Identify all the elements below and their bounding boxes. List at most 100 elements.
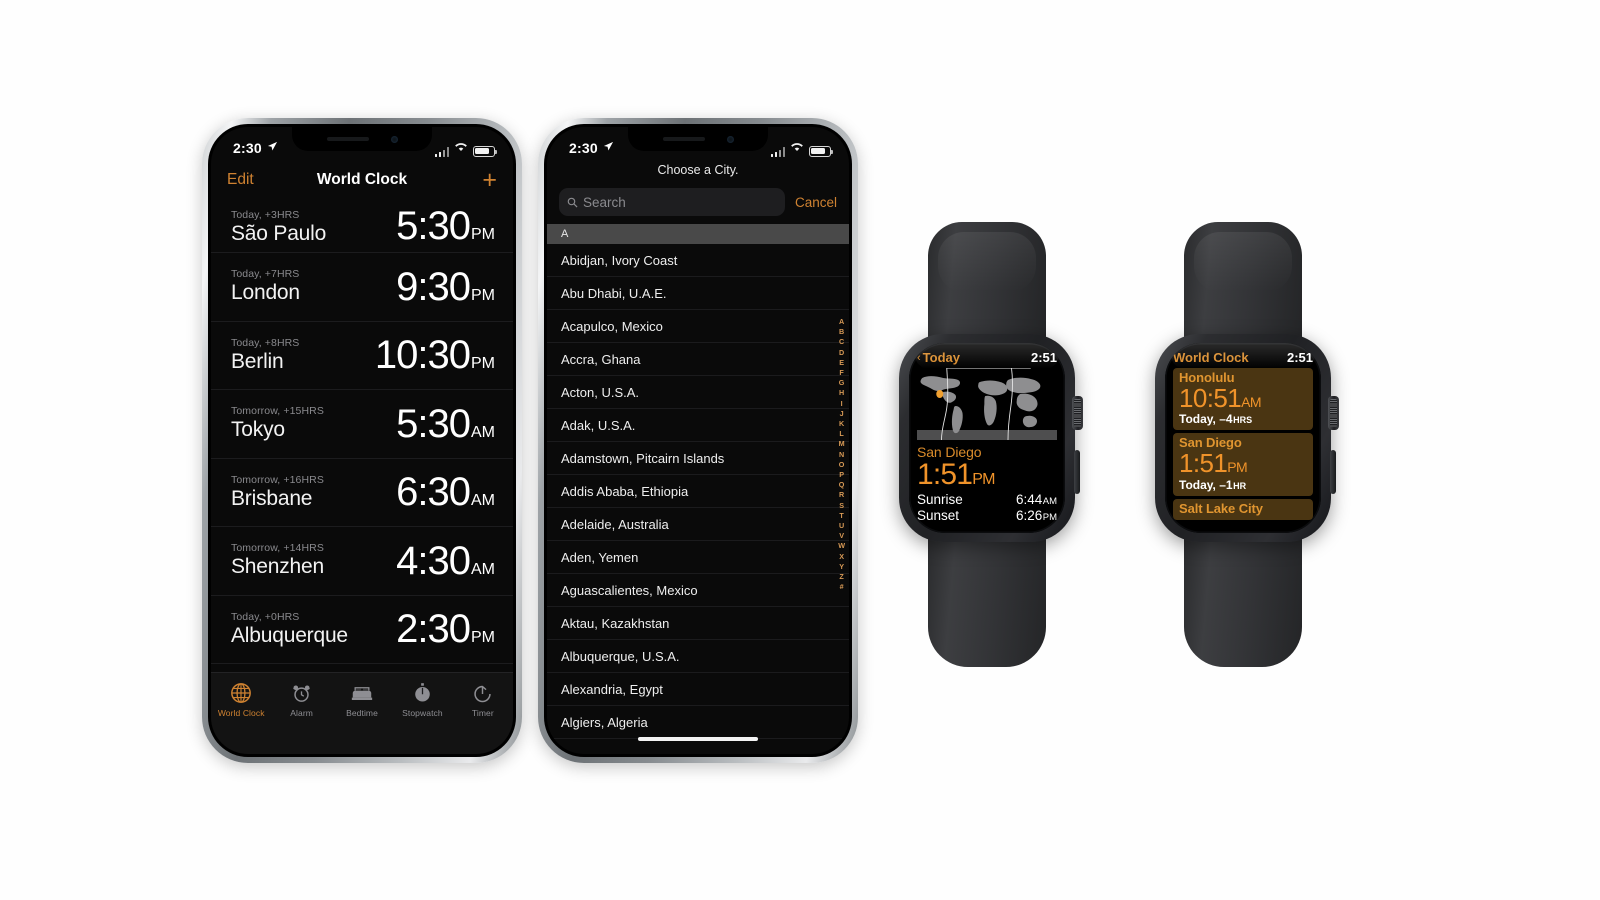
speaker-grille-icon [326, 137, 369, 141]
clock-row[interactable]: Today, +7HRS London 9:30 PM [211, 253, 513, 322]
card-time-value: 10:51 [1179, 383, 1242, 413]
watch-city-card[interactable]: Salt Lake City [1173, 498, 1313, 520]
status-icons [434, 139, 498, 157]
list-item[interactable]: Abidjan, Ivory Coast [547, 244, 849, 277]
add-city-button[interactable]: + [482, 167, 497, 193]
index-letter[interactable]: U [839, 521, 844, 531]
sunset-ampm: PM [1042, 511, 1057, 523]
list-item[interactable]: Aden, Yemen [547, 541, 849, 574]
wifi-icon [790, 139, 804, 157]
index-letter[interactable]: Y [839, 562, 844, 572]
list-item[interactable]: Abu Dhabi, U.A.E. [547, 277, 849, 310]
clock-row-meta: Today, +7HRS [231, 268, 300, 281]
clock-row-meta: Today, +8HRS [231, 336, 300, 349]
search-input[interactable]: Search [559, 188, 785, 216]
clock-row[interactable]: Today, +0HRS Albuquerque 2:30 PM [211, 596, 513, 664]
index-letter[interactable]: C [839, 337, 844, 347]
clock-row[interactable]: Tomorrow, +14HRS Shenzhen 4:30 AM [211, 527, 513, 596]
index-letter[interactable]: M [839, 439, 845, 449]
list-item[interactable]: Addis Ababa, Ethiopia [547, 475, 849, 508]
clock-row-ampm: PM [471, 355, 495, 373]
index-letter[interactable]: O [839, 460, 845, 470]
phone-bezel: 2:30 Choose a City. Search Cancel A Abid… [544, 124, 852, 757]
alphabet-index[interactable]: A B C D E F G H I J K L M N O P Q R S T … [838, 317, 845, 592]
clock-row[interactable]: Today, +3HRS São Paulo 5:30 PM [211, 197, 513, 253]
tab-timer[interactable]: Timer [453, 681, 513, 718]
index-letter[interactable]: I [841, 399, 843, 409]
list-item[interactable]: Acapulco, Mexico [547, 310, 849, 343]
watch-header: World Clock 2:51 [1173, 350, 1313, 365]
index-letter[interactable]: # [840, 582, 844, 592]
list-item[interactable]: Alexandria, Egypt [547, 673, 849, 706]
index-letter[interactable]: Z [839, 572, 843, 582]
list-item[interactable]: Accra, Ghana [547, 343, 849, 376]
world-map-icon[interactable] [917, 368, 1057, 440]
index-letter[interactable]: B [839, 327, 844, 337]
card-offset: Today, –1 HR [1179, 478, 1307, 492]
digital-crown[interactable] [1328, 396, 1339, 430]
tab-stopwatch[interactable]: Stopwatch [392, 681, 452, 718]
index-letter[interactable]: S [839, 501, 844, 511]
index-letter[interactable]: A [839, 317, 844, 327]
back-label: Today [922, 350, 960, 365]
watch-page-title: World Clock [1173, 350, 1249, 365]
watch-city-card[interactable]: San Diego 1:51 PM Today, –1 HR [1173, 433, 1313, 496]
index-letter[interactable]: T [839, 511, 843, 521]
card-city: Salt Lake City [1179, 500, 1263, 516]
index-letter[interactable]: G [839, 378, 845, 388]
cancel-button[interactable]: Cancel [795, 195, 837, 210]
watch-city-card[interactable]: Honolulu 10:51 AM Today, –4 HRS [1173, 368, 1313, 431]
list-item[interactable]: Adelaide, Australia [547, 508, 849, 541]
watch-side-button[interactable] [1330, 450, 1336, 494]
index-letter[interactable]: J [840, 409, 844, 419]
list-item[interactable]: Adak, U.S.A. [547, 409, 849, 442]
list-item[interactable]: Algiers, Algeria [547, 706, 849, 739]
clock-row[interactable]: Today, +8HRS Berlin 10:30 PM [211, 322, 513, 390]
index-letter[interactable]: D [839, 348, 844, 358]
world-clock-list[interactable]: Today, +3HRS São Paulo 5:30 PM Today, +7… [211, 197, 513, 672]
index-letter[interactable]: W [838, 541, 845, 551]
back-button[interactable]: ‹ Today [917, 350, 960, 365]
city-list[interactable]: Abidjan, Ivory Coast Abu Dhabi, U.A.E. A… [547, 244, 849, 754]
search-icon [567, 197, 578, 208]
index-letter[interactable]: X [839, 552, 844, 562]
clock-row-time: 4:30 [396, 538, 471, 583]
clock-row[interactable]: Tomorrow, +15HRS Tokyo 5:30 AM [211, 390, 513, 459]
index-letter[interactable]: R [839, 490, 844, 500]
front-camera-icon [390, 135, 398, 143]
picker-title: Choose a City. [657, 163, 739, 177]
timer-icon [472, 681, 493, 705]
index-letter[interactable]: K [839, 419, 844, 429]
index-letter[interactable]: H [839, 388, 844, 398]
front-camera-icon [726, 135, 734, 143]
list-item[interactable]: Aguascalientes, Mexico [547, 574, 849, 607]
tab-world-clock[interactable]: World Clock [211, 681, 271, 718]
list-item[interactable]: Acton, U.S.A. [547, 376, 849, 409]
tab-bedtime[interactable]: Bedtime [332, 681, 392, 718]
index-letter[interactable]: L [839, 429, 843, 439]
list-item[interactable]: Albuquerque, U.S.A. [547, 640, 849, 673]
tab-alarm[interactable]: Alarm [271, 681, 331, 718]
index-letter[interactable]: P [839, 470, 844, 480]
index-letter[interactable]: E [839, 358, 844, 368]
index-letter[interactable]: Q [839, 480, 845, 490]
clock-row-city: Tokyo [231, 418, 285, 442]
phone-bezel: 2:30 Edit World Clock + Today, +3HRS São… [208, 124, 516, 757]
clock-row-meta: Tomorrow, +16HRS [231, 473, 324, 486]
clock-row[interactable]: Tomorrow, +16HRS Brisbane 6:30 AM [211, 459, 513, 527]
location-arrow-icon [603, 141, 614, 155]
index-letter[interactable]: N [839, 450, 844, 460]
list-item[interactable]: Aktau, Kazakhstan [547, 607, 849, 640]
sunrise-label: Sunrise [917, 491, 963, 507]
home-indicator[interactable] [638, 737, 758, 741]
digital-crown[interactable] [1072, 396, 1083, 430]
list-item[interactable]: Adamstown, Pitcairn Islands [547, 442, 849, 475]
status-icons [770, 139, 834, 157]
index-letter[interactable]: F [839, 368, 843, 378]
index-letter[interactable]: V [839, 531, 844, 541]
battery-icon [473, 145, 498, 157]
watch-city-cards[interactable]: Honolulu 10:51 AM Today, –4 HRS San Dieg… [1173, 368, 1313, 520]
watch-side-button[interactable] [1074, 450, 1080, 494]
clock-row-city: Albuquerque [231, 623, 348, 647]
status-time: 2:30 [569, 139, 598, 156]
